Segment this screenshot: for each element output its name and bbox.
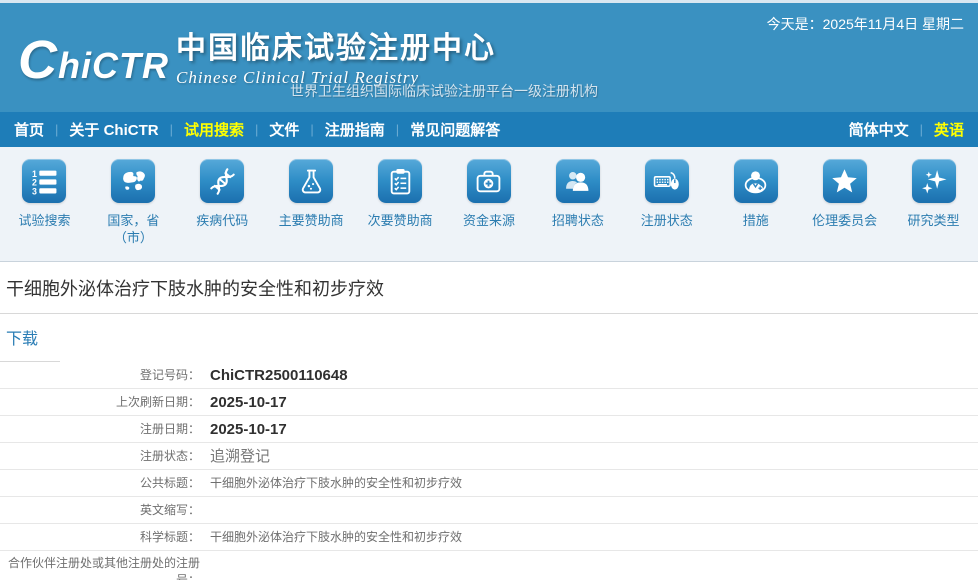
row-label: 科学标题： xyxy=(0,525,200,550)
row-value: 干细胞外泌体治疗下肢水肿的安全性和初步疗效 xyxy=(210,475,462,492)
table-row: 英文缩写： xyxy=(0,497,978,524)
list-numbers-icon xyxy=(22,159,66,203)
table-row: 注册状态： 追溯登记 xyxy=(0,443,978,470)
toolbar-item-label: 注册状态 xyxy=(622,212,711,229)
detail-table: 登记号码：ChiCTR2500110648上次刷新日期：2025-10-17注册… xyxy=(0,362,978,580)
toolbar-item-label: 资金来源 xyxy=(445,212,534,229)
flask-icon xyxy=(289,159,333,203)
nav-separator: | xyxy=(55,122,58,137)
row-label: 公共标题： xyxy=(0,471,200,496)
site-header: ChiCTR 中国临床试验注册中心 Chinese Clinical Trial… xyxy=(0,0,978,112)
nav-item[interactable]: 关于 ChiCTR xyxy=(69,119,158,140)
toolbar-item[interactable]: 伦理委员会 xyxy=(800,159,889,261)
row-label: 合作伙伴注册处或其他注册处的注册号： xyxy=(0,551,200,580)
star-icon xyxy=(823,159,867,203)
toolbar-item[interactable]: 主要赞助商 xyxy=(267,159,356,261)
table-row: 上次刷新日期： 2025-10-17 xyxy=(0,389,978,416)
nav-separator: | xyxy=(170,122,173,137)
toolbar-item-label: 疾病代码 xyxy=(178,212,267,229)
site-title-chinese: 中国临床试验注册中心 xyxy=(176,23,496,67)
lang-switch: 简体中文 | 英语 xyxy=(849,119,964,140)
keyboard-mouse-icon xyxy=(645,159,689,203)
doctor-icon xyxy=(734,159,778,203)
toolbar-item-label: 研究类型 xyxy=(889,212,978,229)
toolbar-item-label: 主要赞助商 xyxy=(267,212,356,229)
toolbar-item-label: 伦理委员会 xyxy=(800,212,889,229)
dna-icon xyxy=(200,159,244,203)
row-label: 上次刷新日期： xyxy=(0,390,200,415)
row-label: 注册日期： xyxy=(0,417,200,442)
nav-separator: | xyxy=(920,122,923,137)
lang-item[interactable]: 简体中文 xyxy=(849,119,909,140)
trial-title: 干细胞外泌体治疗下肢水肿的安全性和初步疗效 xyxy=(0,262,978,314)
toolbar-item-label: 招聘状态 xyxy=(533,212,622,229)
clipboard-check-icon xyxy=(378,159,422,203)
nav-separator: | xyxy=(396,122,399,137)
nav-item[interactable]: 首页 xyxy=(14,119,44,140)
toolbar-item-label: 试验搜索 xyxy=(0,212,89,229)
toolbar-item[interactable]: 措施 xyxy=(711,159,800,261)
nav-item[interactable]: 文件 xyxy=(269,119,299,140)
people-icon xyxy=(556,159,600,203)
toolbar-item-label: 措施 xyxy=(711,212,800,229)
table-row: 科学标题： 干细胞外泌体治疗下肢水肿的安全性和初步疗效 xyxy=(0,524,978,551)
row-label: 英文缩写： xyxy=(0,498,200,523)
row-value: ChiCTR2500110648 xyxy=(210,367,348,384)
table-row: 注册日期： 2025-10-17 xyxy=(0,416,978,443)
nav-item[interactable]: 试用搜索 xyxy=(184,119,244,140)
row-label: 登记号码： xyxy=(0,363,200,388)
toolbar-item[interactable]: 试验搜索 xyxy=(0,159,89,261)
nav-menu: 首页 | 关于 ChiCTR | 试用搜索 | 文件 | 注册指南 | 常见问题解答 xyxy=(14,119,500,140)
toolbar-item[interactable]: 注册状态 xyxy=(622,159,711,261)
toolbar-item-label: 次要赞助商 xyxy=(356,212,445,229)
who-subtitle: 世界卫生组织国际临床试验注册平台一级注册机构 xyxy=(290,81,598,101)
sparkles-icon xyxy=(912,159,956,203)
icon-toolbar: 试验搜索国家，省 （市）疾病代码主要赞助商次要赞助商资金来源招聘状态注册状态措施… xyxy=(0,147,978,262)
table-row: 登记号码： ChiCTR2500110648 xyxy=(0,362,978,389)
trial-detail: 干细胞外泌体治疗下肢水肿的安全性和初步疗效 下载 登记号码： ChiCTR2500… xyxy=(0,262,978,580)
today-date: 今天是：2025年11月4日 星期二 xyxy=(767,14,964,34)
chictr-logo[interactable]: ChiCTR xyxy=(18,29,169,91)
site-title-block: 中国临床试验注册中心 Chinese Clinical Trial Regist… xyxy=(176,23,496,88)
download-link[interactable]: 下载 xyxy=(0,314,60,362)
row-value: 追溯登记 xyxy=(210,448,270,465)
row-label: 注册状态： xyxy=(0,444,200,469)
nav-separator: | xyxy=(310,122,313,137)
table-row: 公共标题： 干细胞外泌体治疗下肢水肿的安全性和初步疗效 xyxy=(0,470,978,497)
row-value: 2025-10-17 xyxy=(210,394,287,411)
toolbar-item[interactable]: 资金来源 xyxy=(445,159,534,261)
lang-item[interactable]: 英语 xyxy=(934,119,964,140)
world-map-icon xyxy=(111,159,155,203)
toolbar-item[interactable]: 次要赞助商 xyxy=(356,159,445,261)
nav-item[interactable]: 常见问题解答 xyxy=(410,119,500,140)
toolbar-item-label: 国家，省 （市） xyxy=(89,212,178,246)
table-row: 合作伙伴注册处或其他注册处的注册号： xyxy=(0,551,978,580)
nav-item[interactable]: 注册指南 xyxy=(325,119,385,140)
main-nav: 首页 | 关于 ChiCTR | 试用搜索 | 文件 | 注册指南 | 常见问题解答 简体中文 | 英语 xyxy=(0,112,978,147)
toolbar-item[interactable]: 招聘状态 xyxy=(533,159,622,261)
nav-separator: | xyxy=(255,122,258,137)
row-value: 干细胞外泌体治疗下肢水肿的安全性和初步疗效 xyxy=(210,529,462,546)
toolbar-item[interactable]: 疾病代码 xyxy=(178,159,267,261)
toolbar-item[interactable]: 国家，省 （市） xyxy=(89,159,178,261)
row-value: 2025-10-17 xyxy=(210,421,287,438)
toolbar-item[interactable]: 研究类型 xyxy=(889,159,978,261)
medical-bag-icon xyxy=(467,159,511,203)
